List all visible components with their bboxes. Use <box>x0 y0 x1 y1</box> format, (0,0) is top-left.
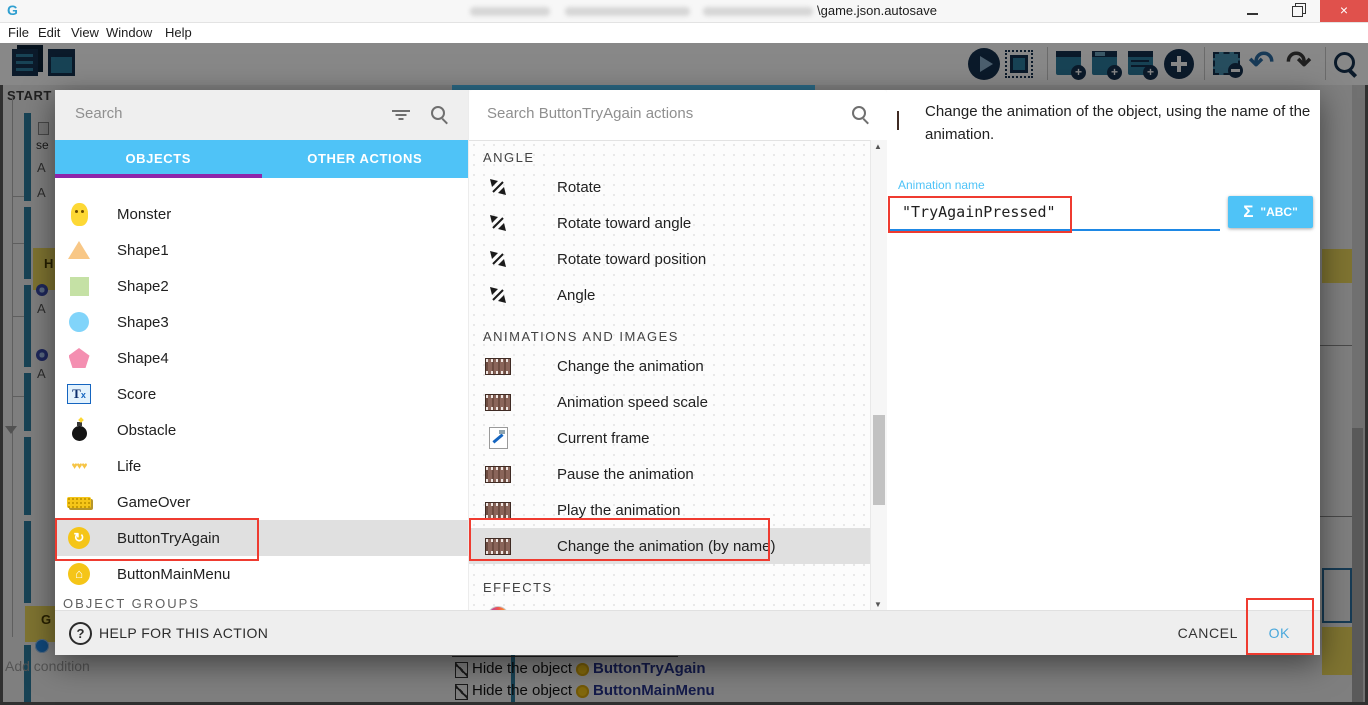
pentagon-icon <box>66 348 92 368</box>
section-header-animations: ANIMATIONS AND IMAGES <box>469 313 871 348</box>
actions-search-bar <box>469 90 887 141</box>
help-icon[interactable]: ? <box>69 622 92 645</box>
action-row-angle[interactable]: Angle <box>469 277 871 313</box>
search-icon[interactable] <box>430 105 450 125</box>
object-row-shape2[interactable]: Shape2 <box>55 268 468 304</box>
objects-list: Monster Shape1 Shape2 Shape3 Shape4 Tx S… <box>55 178 468 611</box>
action-editor-dialog: OBJECTS OTHER ACTIONS Monster Shape1 Sha… <box>55 90 1320 655</box>
object-row-buttontryagain[interactable]: ↻ ButtonTryAgain <box>55 520 468 556</box>
rotate-icon <box>485 176 511 198</box>
redacted-path-segment <box>565 7 690 16</box>
menu-bar: File Edit View Window Help <box>0 23 1368 44</box>
actions-scrollbar[interactable] <box>870 140 887 611</box>
application-window: G \game.json.autosave × File Edit View W… <box>0 0 1368 705</box>
retry-button-icon: ↻ <box>66 527 92 549</box>
expression-editor-button[interactable]: Σ "ABC" <box>1228 196 1313 228</box>
object-row-life[interactable]: ♥♥♥ Life <box>55 448 468 484</box>
action-row-rotate[interactable]: Rotate <box>469 169 871 205</box>
object-row-shape1[interactable]: Shape1 <box>55 232 468 268</box>
action-description: Change the animation of the object, usin… <box>925 100 1317 146</box>
window-title-filename: \game.json.autosave <box>817 3 937 18</box>
circle-icon <box>66 312 92 332</box>
redacted-path-segment <box>703 7 813 16</box>
monster-icon <box>66 203 92 226</box>
filmstrip-icon <box>485 538 511 555</box>
square-icon <box>66 277 92 296</box>
tab-other-actions[interactable]: OTHER ACTIONS <box>262 140 469 178</box>
filmstrip-icon <box>485 394 511 411</box>
bomb-icon <box>66 420 92 441</box>
actions-search-input[interactable] <box>485 104 819 123</box>
objects-search-input[interactable] <box>73 104 377 123</box>
object-row-score[interactable]: Tx Score <box>55 376 468 412</box>
minimize-button[interactable] <box>1238 0 1268 22</box>
dialog-footer: ? HELP FOR THIS ACTION CANCEL OK <box>55 610 1320 655</box>
menu-window[interactable]: Window <box>106 25 152 40</box>
cancel-button[interactable]: CANCEL <box>1178 611 1238 655</box>
menu-edit[interactable]: Edit <box>38 25 60 40</box>
tab-objects[interactable]: OBJECTS <box>55 140 262 178</box>
object-row-buttonmainmenu[interactable]: ⌂ ButtonMainMenu <box>55 556 468 592</box>
object-row-monster[interactable]: Monster <box>55 196 468 232</box>
rotate-icon <box>485 212 511 234</box>
rotate-icon <box>485 248 511 270</box>
actions-panel: ANGLE Rotate Rotate toward angle Rotate … <box>468 90 887 611</box>
objects-panel: OBJECTS OTHER ACTIONS Monster Shape1 Sha… <box>55 90 468 611</box>
object-row-shape3[interactable]: Shape3 <box>55 304 468 340</box>
objects-tab-bar: OBJECTS OTHER ACTIONS <box>55 140 468 178</box>
redacted-path-segment <box>470 7 550 16</box>
search-icon[interactable] <box>851 105 871 125</box>
actions-list: ANGLE Rotate Rotate toward angle Rotate … <box>469 140 871 611</box>
object-groups-header: OBJECT GROUPS <box>55 592 468 611</box>
objects-search-bar <box>55 90 468 140</box>
object-row-shape4[interactable]: Shape4 <box>55 340 468 376</box>
gdevelop-logo-icon: G <box>7 2 18 18</box>
menu-view[interactable]: View <box>71 25 99 40</box>
animation-name-field[interactable]: "TryAgainPressed" <box>888 194 1220 231</box>
animation-name-value[interactable]: "TryAgainPressed" <box>902 203 1056 221</box>
action-row-change-animation[interactable]: Change the animation <box>469 348 871 384</box>
animation-name-label: Animation name <box>898 178 985 192</box>
restore-button[interactable] <box>1282 0 1312 22</box>
title-bar: G \game.json.autosave × <box>0 0 1368 23</box>
ok-button[interactable]: OK <box>1269 611 1290 655</box>
action-row-change-animation-by-name[interactable]: Change the animation (by name) <box>469 528 871 564</box>
menu-file[interactable]: File <box>8 25 29 40</box>
text-object-icon: Tx <box>66 384 92 404</box>
object-row-obstacle[interactable]: Obstacle <box>55 412 468 448</box>
rotate-icon <box>485 284 511 306</box>
menu-help[interactable]: Help <box>165 25 192 40</box>
action-row-rotate-toward-position[interactable]: Rotate toward position <box>469 241 871 277</box>
triangle-icon <box>66 241 92 259</box>
section-header-effects: EFFECTS <box>469 564 871 599</box>
action-row-pause-animation[interactable]: Pause the animation <box>469 456 871 492</box>
hearts-icon: ♥♥♥ <box>66 461 92 472</box>
action-row-play-animation[interactable]: Play the animation <box>469 492 871 528</box>
scrollbar-thumb[interactable] <box>873 415 885 505</box>
filmstrip-icon <box>485 466 511 483</box>
filmstrip-icon <box>485 502 511 519</box>
object-row-gameover[interactable]: GameOver <box>55 484 468 520</box>
action-details-panel: Change the animation of the object, usin… <box>886 90 1320 611</box>
help-link[interactable]: HELP FOR THIS ACTION <box>99 611 268 655</box>
close-button[interactable]: × <box>1320 0 1368 22</box>
action-row-animation-speed-scale[interactable]: Animation speed scale <box>469 384 871 420</box>
banner-icon <box>66 497 92 508</box>
action-row-rotate-toward-angle[interactable]: Rotate toward angle <box>469 205 871 241</box>
home-button-icon: ⌂ <box>66 563 92 585</box>
frame-edit-icon <box>485 427 511 449</box>
filmstrip-icon <box>897 112 899 130</box>
filmstrip-icon <box>485 358 511 375</box>
sigma-icon: Σ <box>1243 202 1253 222</box>
action-row-current-frame[interactable]: Current frame <box>469 420 871 456</box>
section-header-angle: ANGLE <box>469 140 871 169</box>
filter-icon[interactable] <box>392 110 410 120</box>
